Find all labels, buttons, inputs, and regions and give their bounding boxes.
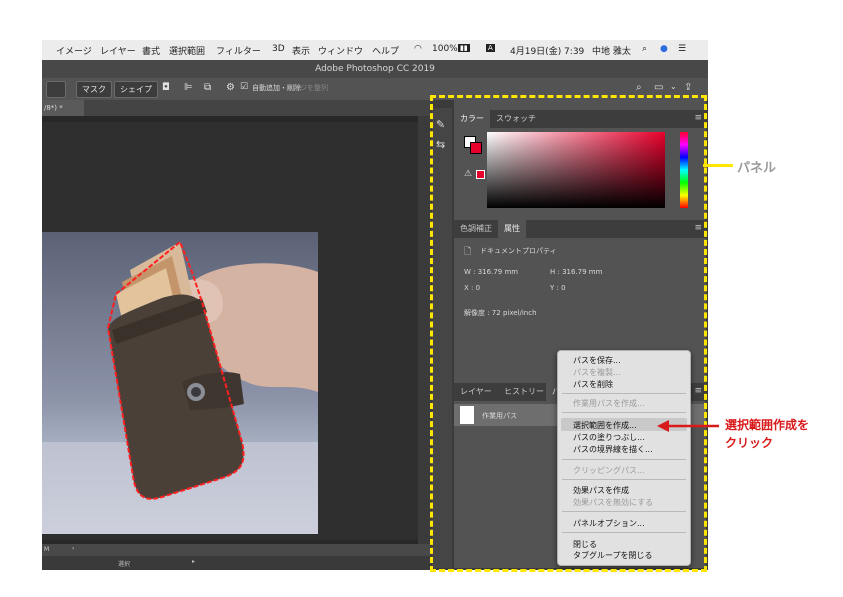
panel-callout-label: パネル bbox=[737, 161, 777, 176]
timeline-label: M bbox=[44, 546, 50, 553]
menu-type[interactable]: 書式 bbox=[142, 44, 160, 57]
canvas-area[interactable] bbox=[42, 116, 418, 544]
shape-button[interactable]: シェイプ bbox=[114, 81, 158, 98]
menu-image[interactable]: イメージ bbox=[56, 44, 92, 57]
document-tab-bar: /8*) * bbox=[42, 100, 430, 116]
panel-callout-line bbox=[703, 164, 733, 167]
input-source-icon[interactable]: A bbox=[486, 44, 495, 52]
siri-icon[interactable]: ● bbox=[660, 44, 668, 54]
battery-icon[interactable]: ▮▮ bbox=[458, 44, 470, 52]
panel-highlight-box bbox=[430, 95, 707, 572]
user-name[interactable]: 中地 雅太 bbox=[592, 44, 631, 57]
menu-window[interactable]: ウィンドウ bbox=[318, 44, 363, 57]
click-callout-line2: クリック bbox=[725, 436, 774, 450]
menu-help[interactable]: ヘルプ bbox=[372, 44, 399, 57]
photo-canvas[interactable] bbox=[42, 232, 318, 534]
menu-view[interactable]: 表示 bbox=[292, 44, 310, 57]
menu-filter[interactable]: フィルター bbox=[216, 44, 261, 57]
chevron-down-icon[interactable]: ⌄ bbox=[670, 82, 677, 91]
menu-layer[interactable]: レイヤー bbox=[100, 44, 136, 57]
spotlight-search-icon[interactable]: ⌕ bbox=[642, 44, 647, 54]
window-title: Adobe Photoshop CC 2019 bbox=[42, 60, 708, 78]
path-alignment-icon[interactable]: ⊫ bbox=[184, 82, 193, 93]
options-left-button[interactable] bbox=[46, 81, 66, 98]
timeline-bar: 選択 ▸ bbox=[42, 556, 430, 570]
wallet-photo bbox=[42, 232, 318, 534]
gear-icon[interactable]: ⚙ bbox=[226, 82, 235, 93]
callout-arrow-icon bbox=[657, 420, 719, 432]
share-icon[interactable]: ⇪ bbox=[684, 82, 692, 93]
document-tab[interactable]: /8*) * bbox=[42, 100, 84, 116]
search-icon[interactable]: ⌕ bbox=[636, 82, 642, 93]
notification-center-icon[interactable]: ☰ bbox=[678, 44, 686, 54]
status-bar: M › bbox=[42, 544, 430, 556]
clock[interactable]: 4月19日(金) 7:39 bbox=[510, 44, 584, 57]
click-callout-line1: 選択範囲作成を bbox=[725, 418, 810, 432]
align-edges-label: エッジを整列 bbox=[286, 84, 328, 92]
path-arrangement-icon[interactable]: ⧉ bbox=[204, 82, 211, 93]
wifi-icon[interactable]: ◠ bbox=[414, 44, 422, 54]
workspace-icon[interactable]: ▭ bbox=[654, 82, 663, 93]
mask-button[interactable]: マスク bbox=[76, 81, 112, 98]
path-operations-icon[interactable]: ◘ bbox=[162, 82, 170, 93]
mac-menu-bar: イメージ レイヤー 書式 選択範囲 フィルター 3D 表示 ウィンドウ ヘルプ … bbox=[42, 40, 708, 60]
status-arrow-icon[interactable]: › bbox=[72, 545, 74, 552]
menu-select[interactable]: 選択範囲 bbox=[169, 44, 205, 57]
menu-3d[interactable]: 3D bbox=[272, 44, 285, 54]
status-select-label: 選択 bbox=[118, 561, 131, 568]
auto-add-delete-checkbox[interactable]: ☑ bbox=[240, 82, 248, 92]
timeline-play-icon[interactable]: ▸ bbox=[192, 558, 195, 565]
click-callout-label: 選択範囲作成を クリック bbox=[725, 416, 809, 452]
battery-percent: 100% bbox=[432, 44, 458, 54]
